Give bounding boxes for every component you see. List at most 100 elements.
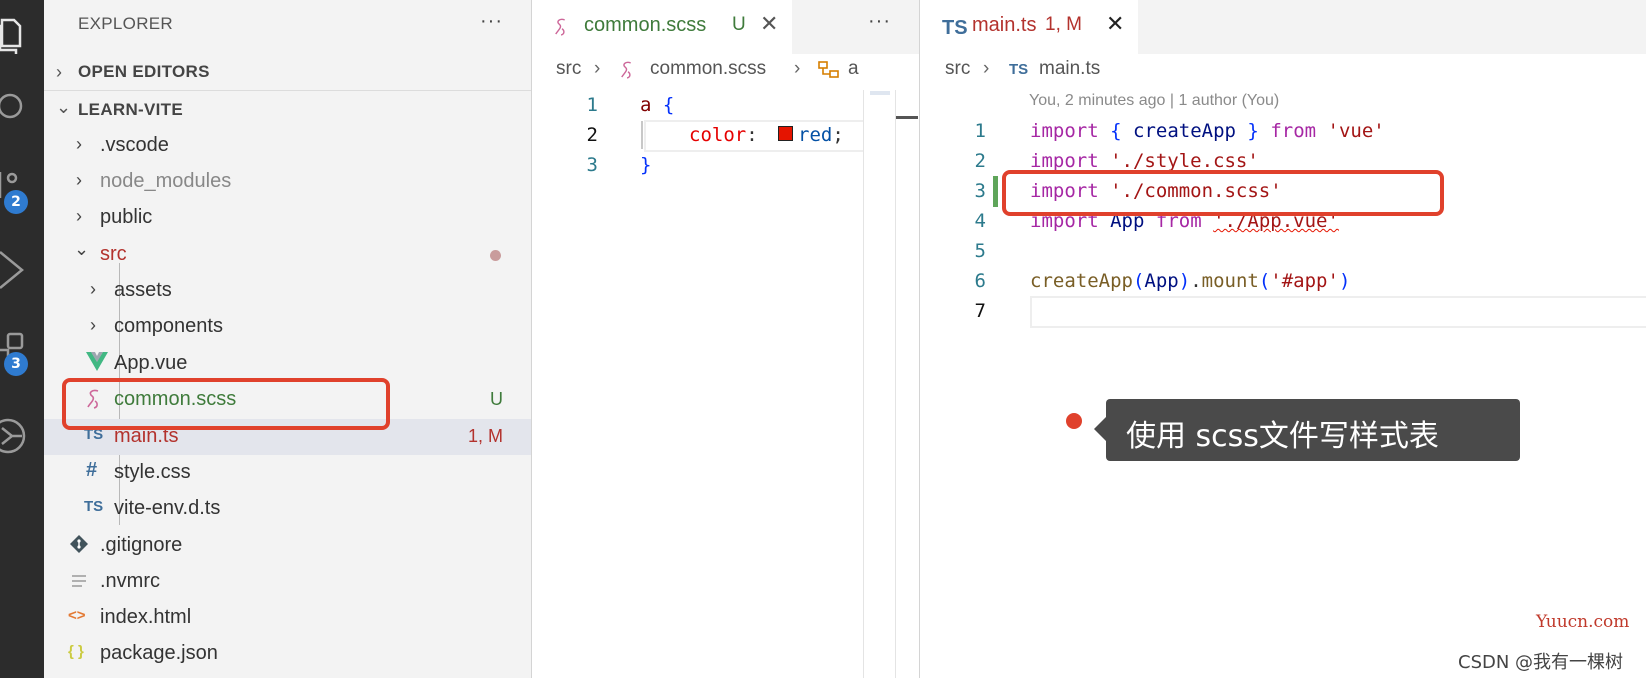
- tree-item-label: src: [100, 243, 127, 265]
- annotation-highlight-common-scss: [62, 378, 390, 430]
- chevron-right-icon: ›: [76, 170, 82, 190]
- code-line-2-value: red;: [798, 124, 844, 146]
- breadcrumb-item[interactable]: a: [848, 58, 859, 80]
- modified-dot: [490, 250, 501, 261]
- tree-item-components[interactable]: › components: [44, 309, 531, 345]
- tree-item-label: assets: [114, 279, 172, 301]
- minimap[interactable]: [870, 91, 890, 95]
- site-watermark: Yuucn.com: [1536, 612, 1630, 632]
- tree-item-app-vue[interactable]: App.vue: [44, 346, 531, 382]
- tree-item-public[interactable]: › public: [44, 200, 531, 236]
- tab-label: main.ts: [972, 14, 1037, 36]
- symbol-selector-icon: [818, 60, 840, 86]
- remote-explorer-icon[interactable]: [0, 410, 44, 460]
- annotation-highlight-import-line: [1002, 170, 1444, 216]
- tree-item-label: style.css: [114, 461, 191, 483]
- open-editors-section[interactable]: › OPEN EDITORS: [44, 55, 531, 89]
- line-number: 1: [974, 120, 986, 142]
- tree-item-style-css[interactable]: # style.css: [44, 455, 531, 491]
- untracked-badge: U: [490, 389, 503, 409]
- chevron-right-icon: ›: [594, 58, 601, 79]
- explorer-more-icon[interactable]: ···: [480, 10, 503, 33]
- git-blame-codelens[interactable]: You, 2 minutes ago | 1 author (You): [1029, 92, 1279, 110]
- search-icon[interactable]: [0, 82, 44, 132]
- breadcrumb-item[interactable]: src: [945, 58, 970, 80]
- tree-item-nvmrc[interactable]: .nvmrc: [44, 564, 531, 600]
- breadcrumb-item[interactable]: main.ts: [1039, 58, 1100, 80]
- author-watermark: CSDN @我有一棵树: [1458, 652, 1624, 673]
- tree-item-label: node_modules: [100, 170, 232, 192]
- tree-item-package-json[interactable]: { } package.json: [44, 636, 531, 672]
- tab-main-ts[interactable]: TS main.ts 1, M ✕: [920, 0, 1138, 54]
- extensions-badge: 3: [4, 352, 28, 376]
- source-control-icon[interactable]: 2: [0, 168, 44, 218]
- text-file-icon: [72, 574, 86, 592]
- extensions-icon[interactable]: 3: [0, 330, 44, 380]
- typescript-file-icon: TS: [84, 498, 104, 515]
- project-section[interactable]: ⌄ LEARN-VITE: [44, 93, 531, 127]
- tree-item-node-modules[interactable]: › node_modules: [44, 164, 531, 200]
- code-line-6: createApp(App).mount('#app'): [1030, 270, 1351, 292]
- chevron-down-icon: ⌄: [74, 239, 90, 259]
- minimap-border: [863, 90, 864, 678]
- chevron-right-icon: ›: [76, 134, 82, 154]
- current-line-highlight: [1030, 296, 1646, 328]
- chevron-right-icon: ›: [56, 62, 63, 82]
- activity-bar: 2 3: [0, 0, 44, 678]
- color-swatch[interactable]: [778, 126, 793, 141]
- tree-item-label: package.json: [100, 642, 218, 664]
- callout-text: 使用 scss文件写样式表: [1126, 419, 1439, 454]
- tab-label: common.scss: [584, 14, 707, 36]
- close-icon[interactable]: ✕: [1106, 11, 1124, 37]
- typescript-file-icon: TS: [1009, 61, 1029, 78]
- tree-item-gitignore[interactable]: .gitignore: [44, 528, 531, 564]
- tree-item-assets[interactable]: › assets: [44, 273, 531, 309]
- line-number: 2: [974, 150, 986, 172]
- line-number: 7: [974, 300, 986, 322]
- breadcrumb-item[interactable]: src: [556, 58, 581, 80]
- source-control-badge: 2: [4, 190, 28, 214]
- explorer-icon[interactable]: [0, 8, 44, 58]
- tree-item-vite-env[interactable]: TS vite-env.d.ts: [44, 491, 531, 527]
- explorer-sidebar: EXPLORER ··· › OPEN EDITORS ⌄ LEARN-VITE…: [44, 0, 531, 678]
- scss-file-icon: [554, 17, 570, 43]
- indent-guide: [641, 121, 643, 149]
- line-number: 3: [586, 154, 598, 176]
- editor-actions-more-icon[interactable]: ···: [868, 10, 891, 33]
- run-debug-icon[interactable]: [0, 246, 44, 296]
- code-line-2: import './style.css': [1030, 150, 1259, 172]
- tab-status: U: [732, 14, 746, 35]
- section-divider: [44, 90, 531, 91]
- tree-item-label: App.vue: [114, 352, 188, 374]
- vue-file-icon: [86, 352, 108, 376]
- code-line-1: a {: [640, 94, 675, 116]
- editor-group-divider: [919, 0, 920, 678]
- chevron-right-icon: ›: [90, 315, 96, 335]
- tree-item-vscode[interactable]: › .vscode: [44, 128, 531, 164]
- tree-item-label: .gitignore: [100, 534, 183, 556]
- html-file-icon: <>: [68, 607, 86, 624]
- callout-arrow: [1094, 417, 1106, 441]
- git-file-icon: [70, 535, 88, 557]
- breadcrumb-item[interactable]: common.scss: [650, 58, 766, 80]
- close-icon[interactable]: ✕: [760, 11, 778, 37]
- sidebar-divider: [531, 0, 532, 678]
- explorer-title: EXPLORER: [78, 14, 173, 33]
- project-label: LEARN-VITE: [78, 100, 183, 119]
- line-number: 5: [974, 240, 986, 262]
- tree-item-label: components: [114, 315, 223, 337]
- git-added-gutter-mark[interactable]: [993, 176, 998, 207]
- scrollbar-cursor-mark: [896, 116, 918, 119]
- tree-item-index-html[interactable]: <> index.html: [44, 600, 531, 636]
- tree-item-label: public: [100, 206, 153, 228]
- css-file-icon: #: [86, 459, 98, 481]
- tab-common-scss[interactable]: common.scss U ✕: [532, 0, 792, 54]
- tree-item-src[interactable]: ⌄ src: [44, 237, 531, 273]
- tree-item-label: .nvmrc: [100, 570, 160, 592]
- tree-item-label: vite-env.d.ts: [114, 497, 221, 519]
- line-number: 4: [974, 210, 986, 232]
- right-tabs-bar: TS main.ts 1, M ✕: [920, 0, 1646, 54]
- chevron-down-icon: ⌄: [56, 97, 72, 117]
- tab-status: 1, M: [1045, 14, 1082, 35]
- code-line-2: color:: [689, 124, 758, 146]
